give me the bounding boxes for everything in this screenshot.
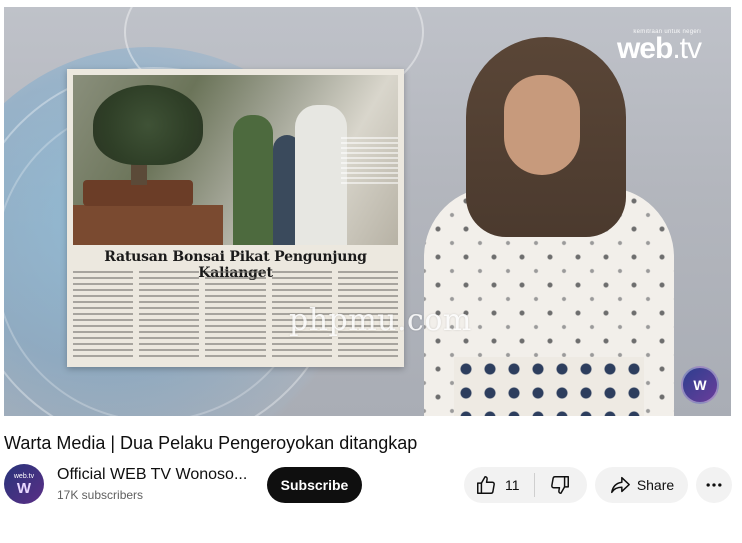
video-player[interactable]: Ratusan Bonsai Pikat Pengunjung Kaliange… (4, 7, 731, 416)
subscriber-count: 17K subscribers (57, 488, 144, 502)
channel-name[interactable]: Official WEB TV Wonoso... (57, 466, 247, 484)
dislike-button[interactable] (535, 467, 585, 503)
channel-avatar[interactable]: web.tv W (4, 464, 44, 504)
logo-tagline: kemitraan untuk negeri (633, 29, 701, 35)
like-count: 11 (505, 477, 520, 493)
share-arrow-icon (609, 474, 631, 496)
share-label: Share (636, 477, 675, 493)
thumbs-down-icon (549, 474, 571, 496)
channel-corner-badge: W (681, 366, 719, 404)
logo-name: web (616, 32, 673, 65)
avatar-mark: W (16, 479, 32, 497)
webtv-logo: kemitraan untuk negeri web.tv (616, 29, 702, 65)
thumbs-up-icon (475, 474, 497, 496)
video-title: Warta Media | Dua Pelaku Pengeroyokan di… (4, 433, 418, 453)
news-presenter (424, 37, 674, 416)
like-button[interactable]: 11 (464, 467, 534, 503)
like-dislike-group: 11 (464, 467, 587, 503)
subscribe-button[interactable]: Subscribe (267, 467, 362, 503)
watermark-text: phpmu.com (289, 303, 472, 338)
logo-suffix: .tv (672, 32, 702, 65)
more-horizontal-icon (704, 475, 724, 495)
newspaper-photo (73, 75, 398, 245)
share-button[interactable]: Share (595, 467, 688, 503)
more-actions-button[interactable] (696, 467, 732, 503)
